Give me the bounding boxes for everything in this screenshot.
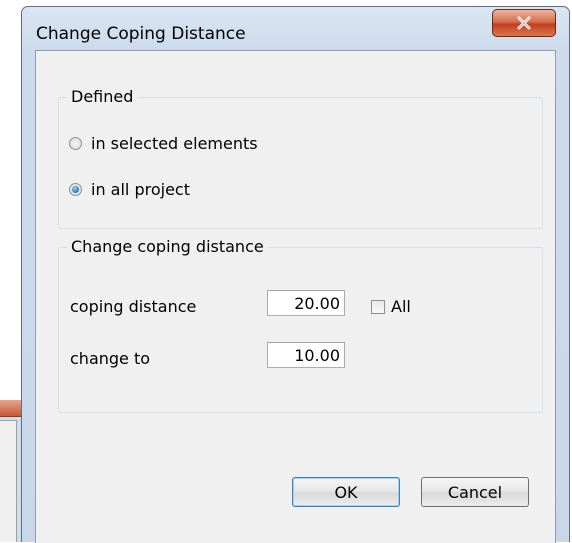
radio-button-checked[interactable]	[69, 183, 82, 196]
close-button[interactable]	[492, 9, 556, 37]
dialog-title: Change Coping Distance	[36, 24, 246, 44]
all-checkbox-label: All	[391, 297, 411, 316]
ok-button[interactable]: OK	[292, 477, 400, 507]
change-coping-distance-dialog: Change Coping Distance Defined in select…	[21, 6, 570, 543]
radio-label: in selected elements	[91, 134, 258, 153]
all-checkbox[interactable]	[371, 299, 385, 314]
defined-group-label: Defined	[67, 87, 138, 106]
dialog-client-area: Defined in selected elements in all proj…	[35, 50, 556, 543]
radio-label: in all project	[91, 180, 190, 199]
change-coping-distance-group: Change coping distance coping distance A…	[58, 237, 543, 413]
coping-distance-input[interactable]	[267, 290, 345, 316]
coping-distance-label: coping distance	[70, 297, 197, 316]
all-checkbox-row[interactable]: All	[371, 297, 411, 316]
change-to-label: change to	[70, 349, 151, 368]
background-window-client	[0, 420, 17, 542]
change-to-input[interactable]	[267, 342, 345, 368]
radio-in-selected-elements[interactable]: in selected elements	[69, 134, 258, 153]
close-x-icon	[517, 16, 531, 30]
cancel-button[interactable]: Cancel	[421, 477, 529, 507]
defined-group: Defined in selected elements in all proj…	[58, 87, 543, 229]
radio-in-all-project[interactable]: in all project	[69, 180, 190, 199]
change-group-label: Change coping distance	[67, 237, 268, 256]
radio-button[interactable]	[69, 137, 82, 150]
